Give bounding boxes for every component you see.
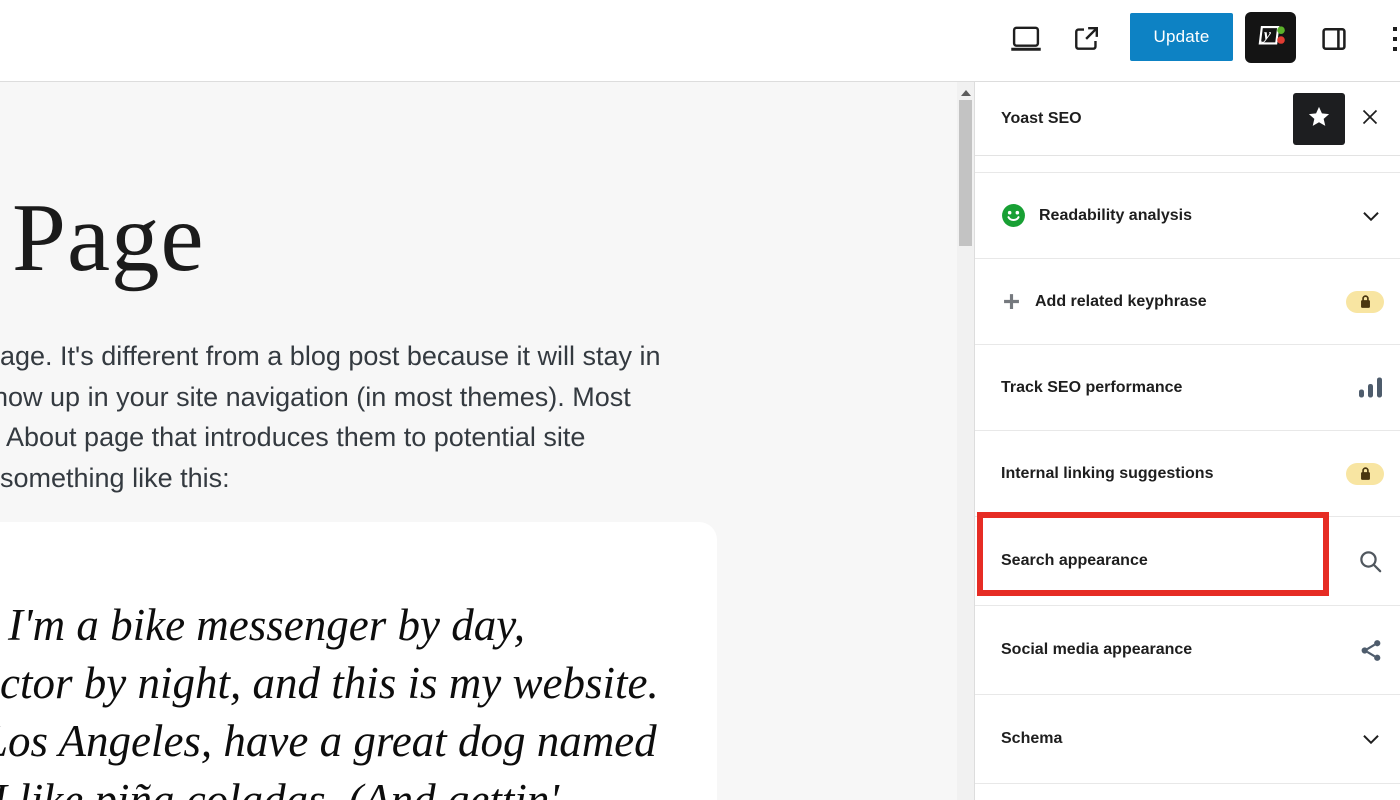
sidebar-item-label: Readability analysis (1039, 207, 1192, 225)
external-link-icon (1070, 23, 1102, 58)
search-icon (1357, 548, 1384, 575)
premium-lock-badge (1346, 463, 1384, 485)
paragraph-line: age. It's different from a blog post bec… (0, 336, 661, 377)
bar-chart-icon (1358, 376, 1384, 399)
quote-line: ctor by night, and this is my website. (0, 657, 659, 709)
quote-line: Los Angeles, have a great dog named (0, 715, 657, 767)
collapsed-panel-edge (975, 156, 1400, 173)
canvas-scrollbar[interactable] (957, 82, 974, 800)
view-button[interactable] (1004, 18, 1048, 62)
sidebar-title: Yoast SEO (1001, 110, 1293, 128)
paragraph-block[interactable]: age. It's different from a blog post bec… (0, 336, 661, 498)
scrollbar-up-arrow-icon[interactable] (961, 90, 971, 96)
pin-plugin-button[interactable] (1293, 93, 1345, 145)
plus-icon (1001, 291, 1022, 312)
star-icon (1306, 104, 1332, 133)
settings-sidebar-toggle-button[interactable] (1312, 18, 1356, 62)
sidebar-item-internal-linking-suggestions[interactable]: Internal linking suggestions (975, 431, 1400, 517)
paragraph-line: how up in your site navigation (in most … (0, 377, 661, 418)
desktop-preview-icon (1009, 24, 1043, 57)
sidebar-item-add-related-keyphrase[interactable]: Add related keyphrase (975, 259, 1400, 345)
sidebar-toggle-icon (1318, 23, 1350, 58)
sidebar-item-search-appearance[interactable]: Search appearance (975, 517, 1400, 606)
chevron-down-icon (1358, 203, 1384, 229)
sidebar-item-schema[interactable]: Schema (975, 695, 1400, 784)
sidebar-item-label: Internal linking suggestions (1001, 465, 1213, 483)
yoast-seo-sidebar: Yoast SEO Readab (974, 82, 1400, 800)
sidebar-item-readability-analysis[interactable]: Readability analysis (975, 173, 1400, 259)
chevron-down-icon (1358, 726, 1384, 752)
quote-line: I'm a bike messenger by day, (8, 599, 525, 651)
paragraph-line: About page that introduces them to poten… (6, 417, 661, 458)
quote-line: I like piña coladas. (And gettin' (0, 774, 559, 800)
share-icon (1359, 638, 1384, 663)
page-title[interactable]: Page (12, 182, 205, 293)
preview-new-tab-button[interactable] (1064, 18, 1108, 62)
sidebar-item-label: Add related keyphrase (1035, 293, 1207, 311)
readability-smiley-icon (1001, 203, 1026, 228)
editor-top-bar: Update y (0, 0, 1400, 82)
sidebar-item-social-media-appearance[interactable]: Social media appearance (975, 606, 1400, 695)
update-button[interactable]: Update (1130, 13, 1233, 61)
scrollbar-thumb[interactable] (959, 100, 972, 246)
sidebar-item-label: Social media appearance (1001, 641, 1192, 659)
editor-canvas[interactable]: Page age. It's different from a blog pos… (0, 82, 957, 800)
ellipsis-vertical-icon (1380, 24, 1400, 57)
paragraph-line: something like this: (0, 458, 661, 499)
premium-lock-badge (1346, 291, 1384, 313)
options-menu-button[interactable] (1378, 18, 1400, 62)
yoast-seo-plugin-button[interactable]: y (1245, 12, 1296, 63)
sidebar-item-label: Track SEO performance (1001, 379, 1182, 397)
sidebar-header: Yoast SEO (975, 82, 1400, 156)
close-sidebar-button[interactable] (1349, 98, 1391, 140)
sidebar-item-label: Search appearance (1001, 552, 1148, 570)
close-icon (1358, 105, 1382, 132)
sidebar-item-track-seo-performance[interactable]: Track SEO performance (975, 345, 1400, 431)
sidebar-item-label: Schema (1001, 730, 1062, 748)
yoast-logo-icon: y (1252, 17, 1290, 58)
